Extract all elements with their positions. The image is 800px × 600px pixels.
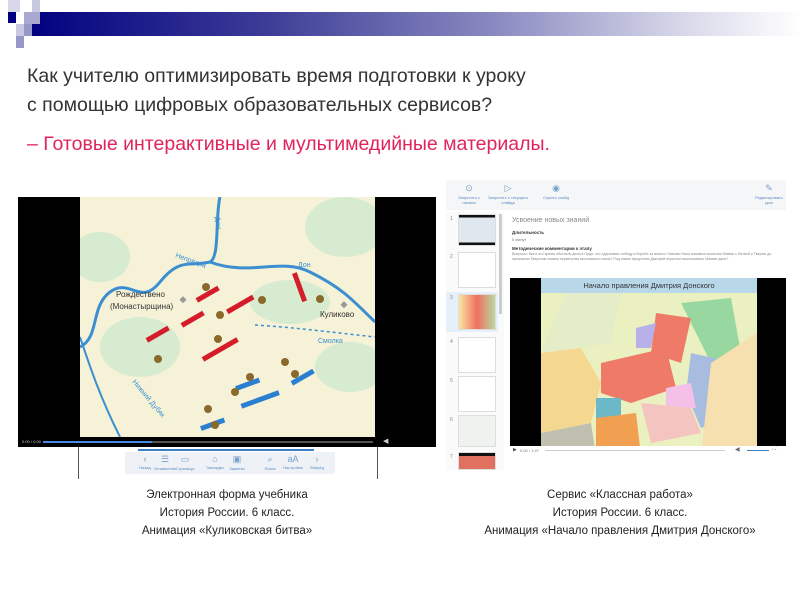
caption-line: Анимация «Куликовская битва» [141,525,313,537]
map-label-kulikovo: Куликово [320,310,355,319]
video-black-left [18,197,80,447]
map-label-don-right: Дон [298,262,311,269]
start-current-button[interactable]: ▷ Запустить с текущего слайда [488,183,528,205]
play-icon[interactable]: ▶ [513,447,517,453]
classwork-screenshot: ⊙ Запустить с начала ▷ Запустить с текущег… [446,180,786,470]
slide-number: 2 [450,254,453,260]
video-controls: ▶ 0:00 / 1:47 ◀ ⛶ [510,446,786,456]
slide-number: 7 [450,454,453,460]
comments-text: Вопросы: Как в это время обстояли дела в… [512,252,772,261]
caption-right: Сервис «Классная работа» История России.… [450,486,790,540]
play-current-icon: ▷ [504,183,512,193]
decor-square [24,24,32,36]
map-label-smolka: Смолка [318,338,343,345]
slide-thumb[interactable] [458,294,496,330]
play-icon: ⊙ [465,183,473,193]
fullscreen-icon[interactable]: ⛶ [772,446,776,453]
caption-line: Сервис «Классная работа» [547,489,693,501]
title-line: Как учителю оптимизировать время подгото… [27,65,526,87]
map-label-monastyrshchina: (Монастырщина) [110,302,174,311]
map-label-rozhdestveno: Рождествено [116,290,166,299]
start-button[interactable]: ⊙ Запустить с начала [454,183,484,205]
chevron-right-icon: › [315,454,319,464]
textbook-screenshot: Дон Непрядва Дон Рождествено (Монастырщи… [18,197,436,479]
slide-number: 3 [450,295,453,301]
lesson-toolbar: ⊙ Запустить с начала ▷ Запустить с текущег… [446,180,786,210]
video-controls: 0:00 / 0:00 ◀ [18,437,436,447]
header-bar [25,12,800,36]
duration-value: 5 минут [512,237,527,242]
slide-subtitle: – Готовые интерактивные и мультимедийные… [27,133,550,155]
slide-thumb[interactable] [458,337,496,373]
volume-icon[interactable]: ◀ [735,446,740,453]
decor-square [24,12,40,24]
video-black-right [375,197,436,447]
comments-label: Методические комментарии к этапу [512,246,592,251]
video-title: Начало правления Дмитрия Донского [541,278,757,293]
slide-sidebar: 1 2 3 4 5 6 7 [446,212,504,470]
decor-square [8,0,20,12]
slide-thumb[interactable] [458,252,496,288]
kulikovo-battle-map[interactable]: Дон Непрядва Дон Рождествено (Монастырщи… [80,197,375,437]
video-time: 0:00 / 1:47 [520,448,539,453]
sidebar-scrollbar[interactable] [499,214,502,314]
caption-line: Анимация «Начало правления Дмитрия Донск… [484,525,756,537]
stage-title: Усвоение новых знаний [512,217,590,224]
decor-square [32,0,40,12]
volume-slider[interactable] [747,450,769,451]
eye-icon: ◉ [552,183,560,193]
slide-title: Как учителю оптимизировать время подгото… [27,62,526,120]
slide-number: 4 [450,339,453,345]
hide-slide-button[interactable]: ◉ Скрыть слайд [538,183,574,200]
video-frame: Начало правления Дмитрия Донского [541,278,757,456]
video-progress[interactable] [545,450,725,451]
title-line: с помощью цифровых образовательных серви… [27,94,493,116]
pencil-icon: ✎ [765,183,773,193]
edit-lesson-button[interactable]: ✎ Редактировать урок [754,183,784,205]
caption-left: Электронная форма учебника История Росси… [77,486,377,540]
volume-icon[interactable]: ◀ [383,437,388,445]
caption-line: Электронная форма учебника [146,489,308,501]
slide-thumb[interactable] [458,376,496,412]
video-progress[interactable] [43,441,373,443]
slide-number: 6 [450,417,453,423]
caption-line: История России. 6 класс. [159,507,295,519]
video-time: 0:00 / 0:00 [22,439,41,444]
slide-number: 5 [450,378,453,384]
slide-thumb[interactable] [458,415,496,447]
decor-square [8,12,16,23]
dmitry-donskoy-map [541,293,757,456]
reader-toolbar: ‹ Назад ☰ Оглавление ▭ Страницы ⌂ Закладки ▣… [125,452,335,474]
slide-thumb[interactable] [458,452,496,470]
reader-progress[interactable] [138,449,314,451]
slide-thumb[interactable] [458,214,496,246]
duration-label: Длительность [512,230,545,235]
video-player[interactable]: Начало правления Дмитрия Донского ▶ 0:00… [510,278,786,456]
decor-square [16,36,24,48]
slide-number: 1 [450,216,453,222]
caption-line: История России. 6 класс. [552,507,688,519]
toolbar-forward[interactable]: › Вперёд [297,454,337,470]
